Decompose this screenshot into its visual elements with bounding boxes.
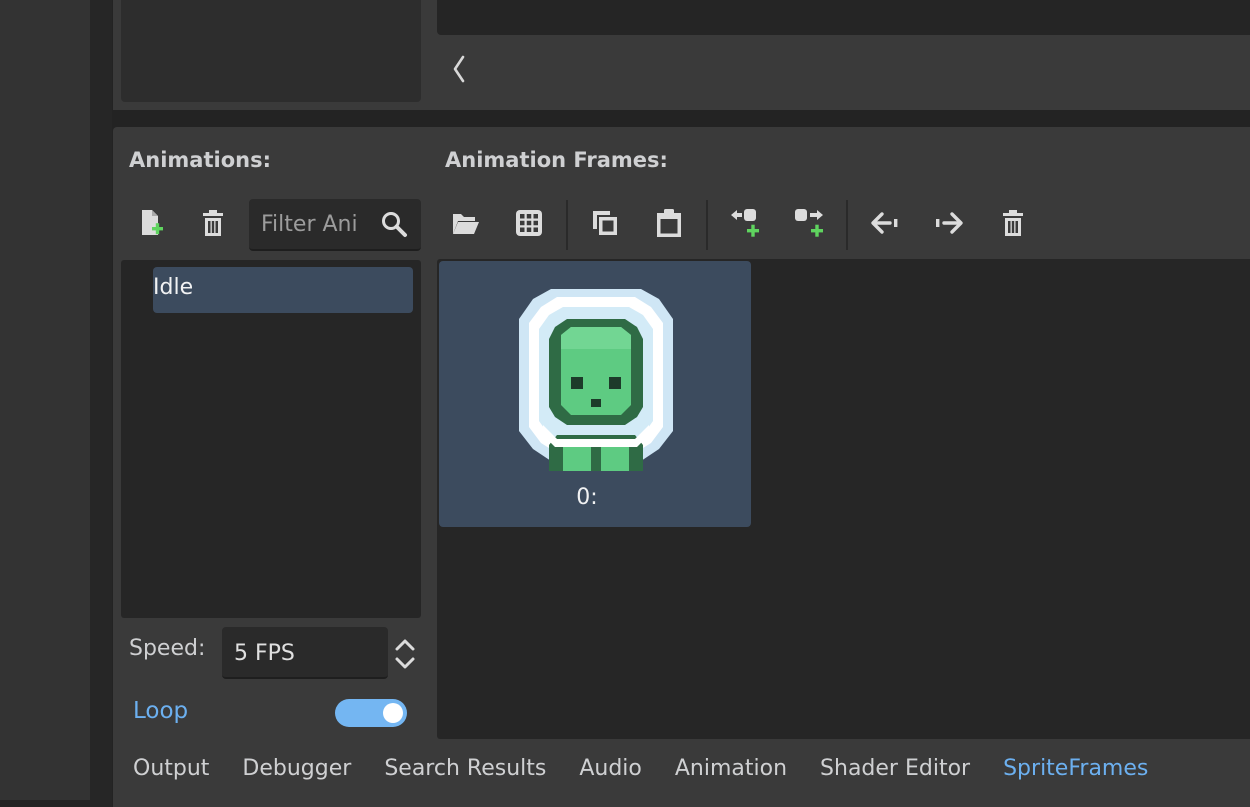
tab-spriteframes[interactable]: SpriteFrames (1003, 756, 1148, 792)
frame-label: 0: (576, 485, 598, 510)
tab-search-results[interactable]: Search Results (384, 756, 546, 792)
tab-debugger[interactable]: Debugger (242, 756, 351, 792)
top-left-box (121, 0, 421, 102)
bottom-panel-tabs: Output Debugger Search Results Audio Ani… (133, 756, 1181, 792)
move-left-icon (868, 208, 902, 242)
toolbar-separator (846, 200, 848, 250)
speed-input[interactable] (234, 637, 374, 669)
animation-frames-title: Animation Frames: (445, 148, 668, 172)
tab-output[interactable]: Output (133, 756, 209, 792)
animation-item-label: Idle (153, 275, 194, 300)
filter-animations-input[interactable] (261, 208, 371, 240)
speed-label: Speed: (129, 636, 206, 661)
paste-icon (654, 207, 684, 243)
load-frames-button[interactable] (444, 204, 486, 246)
search-icon (379, 209, 409, 239)
tab-audio[interactable]: Audio (579, 756, 642, 792)
copy-icon (590, 208, 620, 242)
new-animation-button[interactable] (129, 204, 171, 246)
animation-item-idle[interactable]: Idle (153, 267, 413, 313)
animations-list: Idle (121, 260, 421, 618)
move-right-icon (932, 208, 966, 242)
animations-title: Animations: (129, 148, 271, 172)
paste-frame-button[interactable] (648, 204, 690, 246)
toggle-knob (383, 703, 403, 723)
move-frame-left-button[interactable] (864, 204, 906, 246)
new-animation-icon (135, 207, 165, 243)
top-right-box (437, 0, 1250, 35)
alien-sprite-thumbnail (519, 289, 673, 471)
tab-shader-editor[interactable]: Shader Editor (820, 756, 970, 792)
insert-before-icon (728, 206, 762, 244)
chevron-left-icon[interactable] (447, 52, 471, 86)
loop-label: Loop (133, 698, 189, 724)
insert-after-icon (792, 206, 826, 244)
insert-before-button[interactable] (724, 204, 766, 246)
speed-field[interactable] (222, 627, 388, 679)
delete-frame-button[interactable] (992, 204, 1034, 246)
tab-animation[interactable]: Animation (675, 756, 787, 792)
toolbar-separator (706, 200, 708, 250)
loop-toggle[interactable] (335, 699, 407, 727)
sprite-sheet-button[interactable] (508, 204, 550, 246)
trash-icon (198, 207, 228, 243)
frame-item[interactable]: 0: (439, 261, 751, 527)
copy-frame-button[interactable] (584, 204, 626, 246)
folder-open-icon (449, 208, 481, 242)
toolbar-separator (566, 200, 568, 250)
filter-animations-field[interactable] (249, 199, 421, 251)
spin-arrows-icon[interactable] (392, 637, 418, 671)
delete-animation-button[interactable] (192, 204, 234, 246)
grid-icon (514, 208, 544, 242)
trash-icon (998, 207, 1028, 243)
dock-splitter[interactable] (90, 0, 112, 807)
insert-after-button[interactable] (788, 204, 830, 246)
move-frame-right-button[interactable] (928, 204, 970, 246)
animation-frames-grid: 0: (437, 259, 1250, 739)
left-dock (0, 0, 90, 800)
